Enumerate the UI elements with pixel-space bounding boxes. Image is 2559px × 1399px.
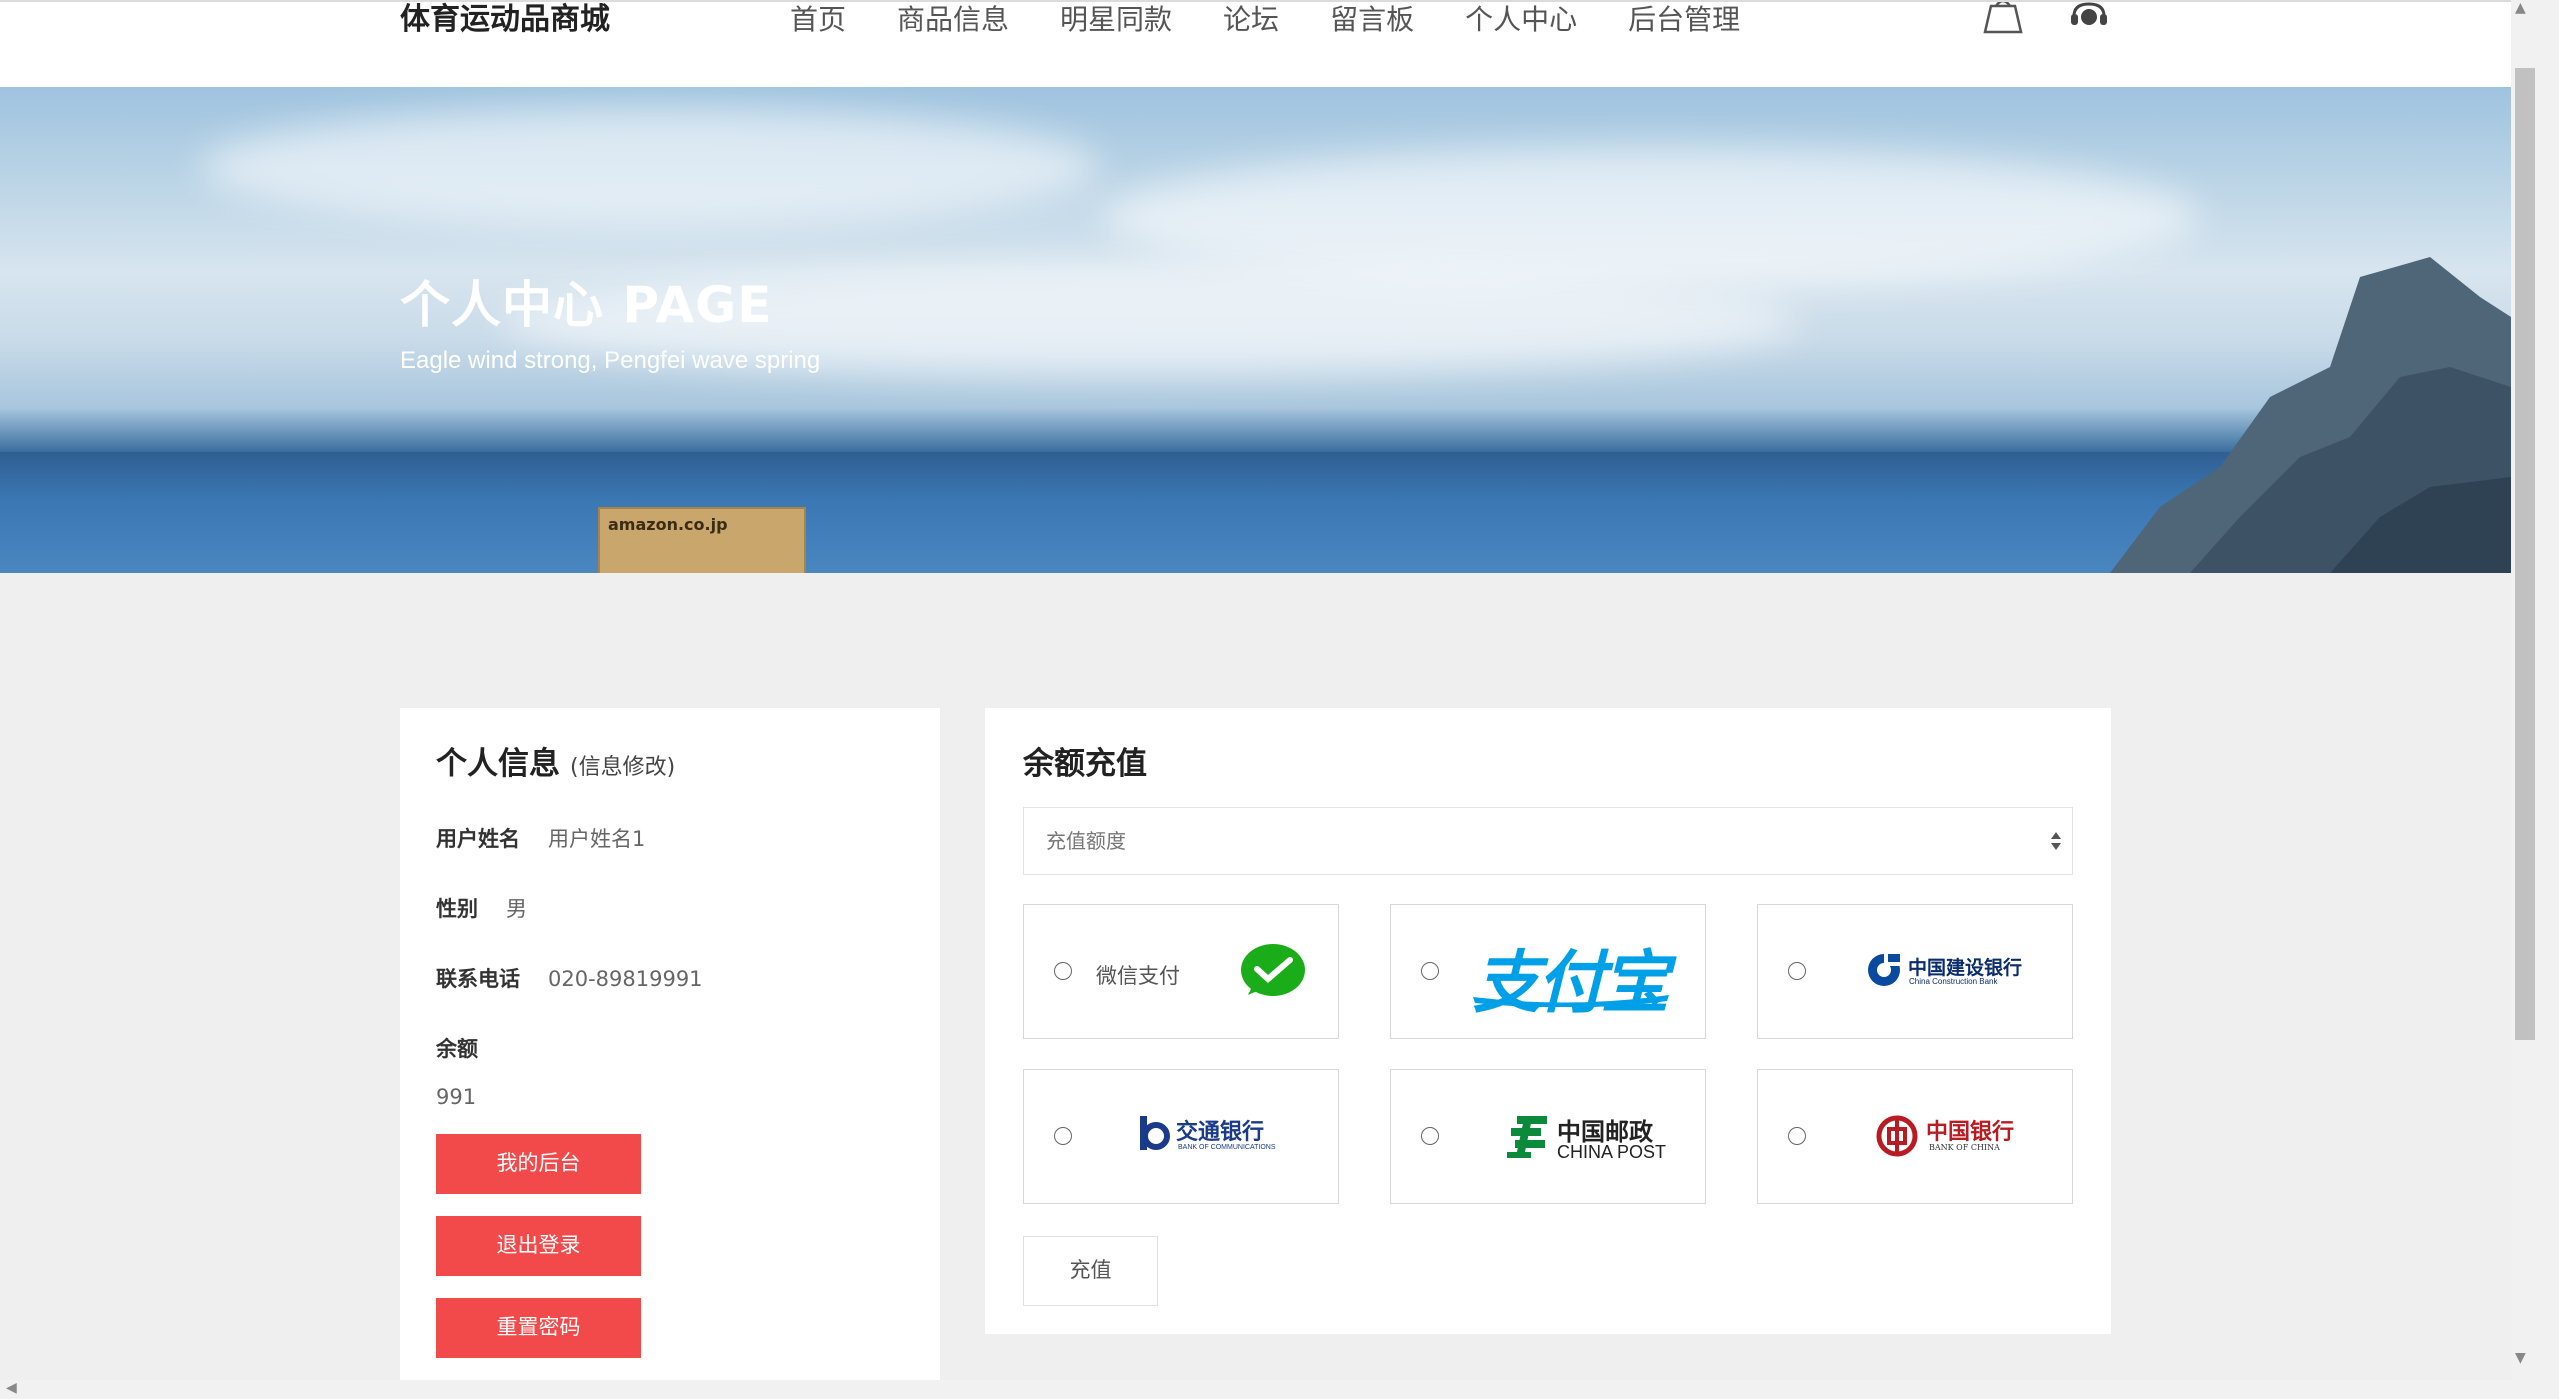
nav-forum[interactable]: 论坛	[1223, 2, 1279, 38]
balance-value: 991	[436, 1085, 477, 1109]
edit-profile-link[interactable]: (信息修改)	[570, 755, 675, 780]
radio-boc[interactable]	[1788, 1127, 1806, 1145]
phone-row: 联系电话 020-89819991	[436, 963, 904, 993]
vertical-scrollbar[interactable]: ▲ ▼	[2511, 0, 2559, 1380]
shopping-bag-icon[interactable]	[1981, 2, 2025, 34]
recharge-title: 余额充值	[1023, 746, 1147, 782]
customer-service-icon[interactable]	[2070, 2, 2108, 32]
wechat-pay-icon	[1241, 944, 1305, 996]
banner-cliff	[2110, 257, 2511, 573]
top-navbar: 体育运动品商城 首页 商品信息 明星同款 论坛 留言板 个人中心 后台管理	[0, 0, 2511, 87]
wechat-pay-label: 微信支付	[1096, 964, 1180, 988]
profile-panel: 个人信息 (信息修改) 用户姓名 用户姓名1 性别 男 联系电话 020-8981999…	[400, 708, 940, 1380]
box-label: amazon.co.jp	[608, 515, 728, 534]
radio-wechat[interactable]	[1054, 962, 1072, 980]
china-post-name-en: CHINA POST	[1557, 1142, 1667, 1162]
ccb-name-en: China Construction Bank	[1909, 977, 1998, 986]
recharge-panel: 余额充值 充值额度 微信支付 支付宝 中国建设银行 China Construc…	[985, 708, 2111, 1334]
scroll-up-arrow-icon[interactable]: ▲	[2515, 0, 2526, 16]
username-value: 用户姓名1	[548, 827, 646, 851]
my-backend-button[interactable]: 我的后台	[436, 1134, 641, 1194]
page-subtitle: Eagle wind strong, Pengfei wave spring	[400, 347, 821, 374]
profile-title: 个人信息 (信息修改)	[436, 738, 904, 783]
cardboard-box-figure: amazon.co.jp	[598, 507, 806, 573]
radio-alipay[interactable]	[1421, 962, 1439, 980]
banner-cloud	[1100, 147, 2200, 287]
boc-name: 中国银行	[1926, 1119, 2015, 1145]
pay-option-ccb[interactable]: 中国建设银行 China Construction Bank	[1757, 904, 2073, 1039]
nav-admin[interactable]: 后台管理	[1628, 2, 1740, 38]
scroll-down-arrow-icon[interactable]: ▼	[2515, 1350, 2526, 1366]
radio-ccb[interactable]	[1788, 962, 1806, 980]
gender-row: 性别 男	[436, 893, 904, 923]
profile-title-text: 个人信息	[436, 746, 560, 782]
ccb-name: 中国建设银行	[1908, 957, 2023, 979]
logout-button[interactable]: 退出登录	[436, 1216, 641, 1276]
phone-label: 联系电话	[436, 967, 520, 991]
scroll-left-arrow-icon[interactable]: ◀	[6, 1380, 17, 1396]
pay-option-china-post[interactable]: 中国邮政 CHINA POST	[1390, 1069, 1706, 1204]
page-title: 个人中心 PAGE	[400, 276, 773, 334]
nav-products[interactable]: 商品信息	[897, 2, 1009, 38]
main-nav: 首页 商品信息 明星同款 论坛 留言板 个人中心 后台管理	[790, 2, 1791, 38]
bocom-logo-icon	[1140, 1116, 1170, 1150]
radio-china-post[interactable]	[1421, 1127, 1439, 1145]
nav-message-board[interactable]: 留言板	[1330, 2, 1414, 38]
site-brand[interactable]: 体育运动品商城	[400, 0, 610, 38]
gender-value: 男	[506, 897, 527, 921]
nav-home[interactable]: 首页	[790, 2, 846, 38]
username-label: 用户姓名	[436, 827, 520, 851]
alipay-logo: 支付宝	[1473, 944, 1669, 1023]
ccb-logo-icon	[1868, 952, 1902, 986]
banner-cloud	[200, 107, 1100, 227]
recharge-submit-button[interactable]: 充值	[1023, 1236, 1158, 1306]
recharge-amount-input[interactable]: 充值额度	[1023, 807, 2073, 875]
gender-label: 性别	[436, 897, 478, 921]
boc-logo-icon	[1876, 1115, 1918, 1157]
bocom-name-en: BANK OF COMMUNICATIONS	[1178, 1144, 1276, 1151]
bocom-name: 交通银行	[1176, 1119, 1265, 1145]
balance-label: 余额	[436, 1037, 478, 1061]
phone-value: 020-89819991	[548, 967, 703, 991]
nav-star-style[interactable]: 明星同款	[1060, 2, 1172, 38]
boc-name-en: BANK OF CHINA	[1929, 1143, 2000, 1152]
hero-banner: amazon.co.jp 个人中心 PAGE Eagle wind strong…	[0, 87, 2511, 573]
username-row: 用户姓名 用户姓名1	[436, 823, 904, 853]
number-spinner-icon[interactable]	[2050, 830, 2062, 852]
vertical-scrollbar-thumb[interactable]	[2515, 68, 2535, 1040]
reset-password-button[interactable]: 重置密码	[436, 1298, 641, 1358]
pay-option-bocom[interactable]: 交通银行 BANK OF COMMUNICATIONS	[1023, 1069, 1339, 1204]
radio-bocom[interactable]	[1054, 1127, 1072, 1145]
pay-option-alipay[interactable]: 支付宝	[1390, 904, 1706, 1039]
pay-option-boc[interactable]: 中国银行 BANK OF CHINA	[1757, 1069, 2073, 1204]
pay-option-wechat[interactable]: 微信支付	[1023, 904, 1339, 1039]
china-post-logo-icon	[1507, 1116, 1547, 1158]
horizontal-scrollbar[interactable]: ◀	[0, 1380, 2559, 1399]
nav-personal-center[interactable]: 个人中心	[1465, 2, 1577, 38]
alipay-swoosh-icon	[1473, 995, 1669, 1007]
amount-placeholder: 充值额度	[1046, 829, 1126, 853]
